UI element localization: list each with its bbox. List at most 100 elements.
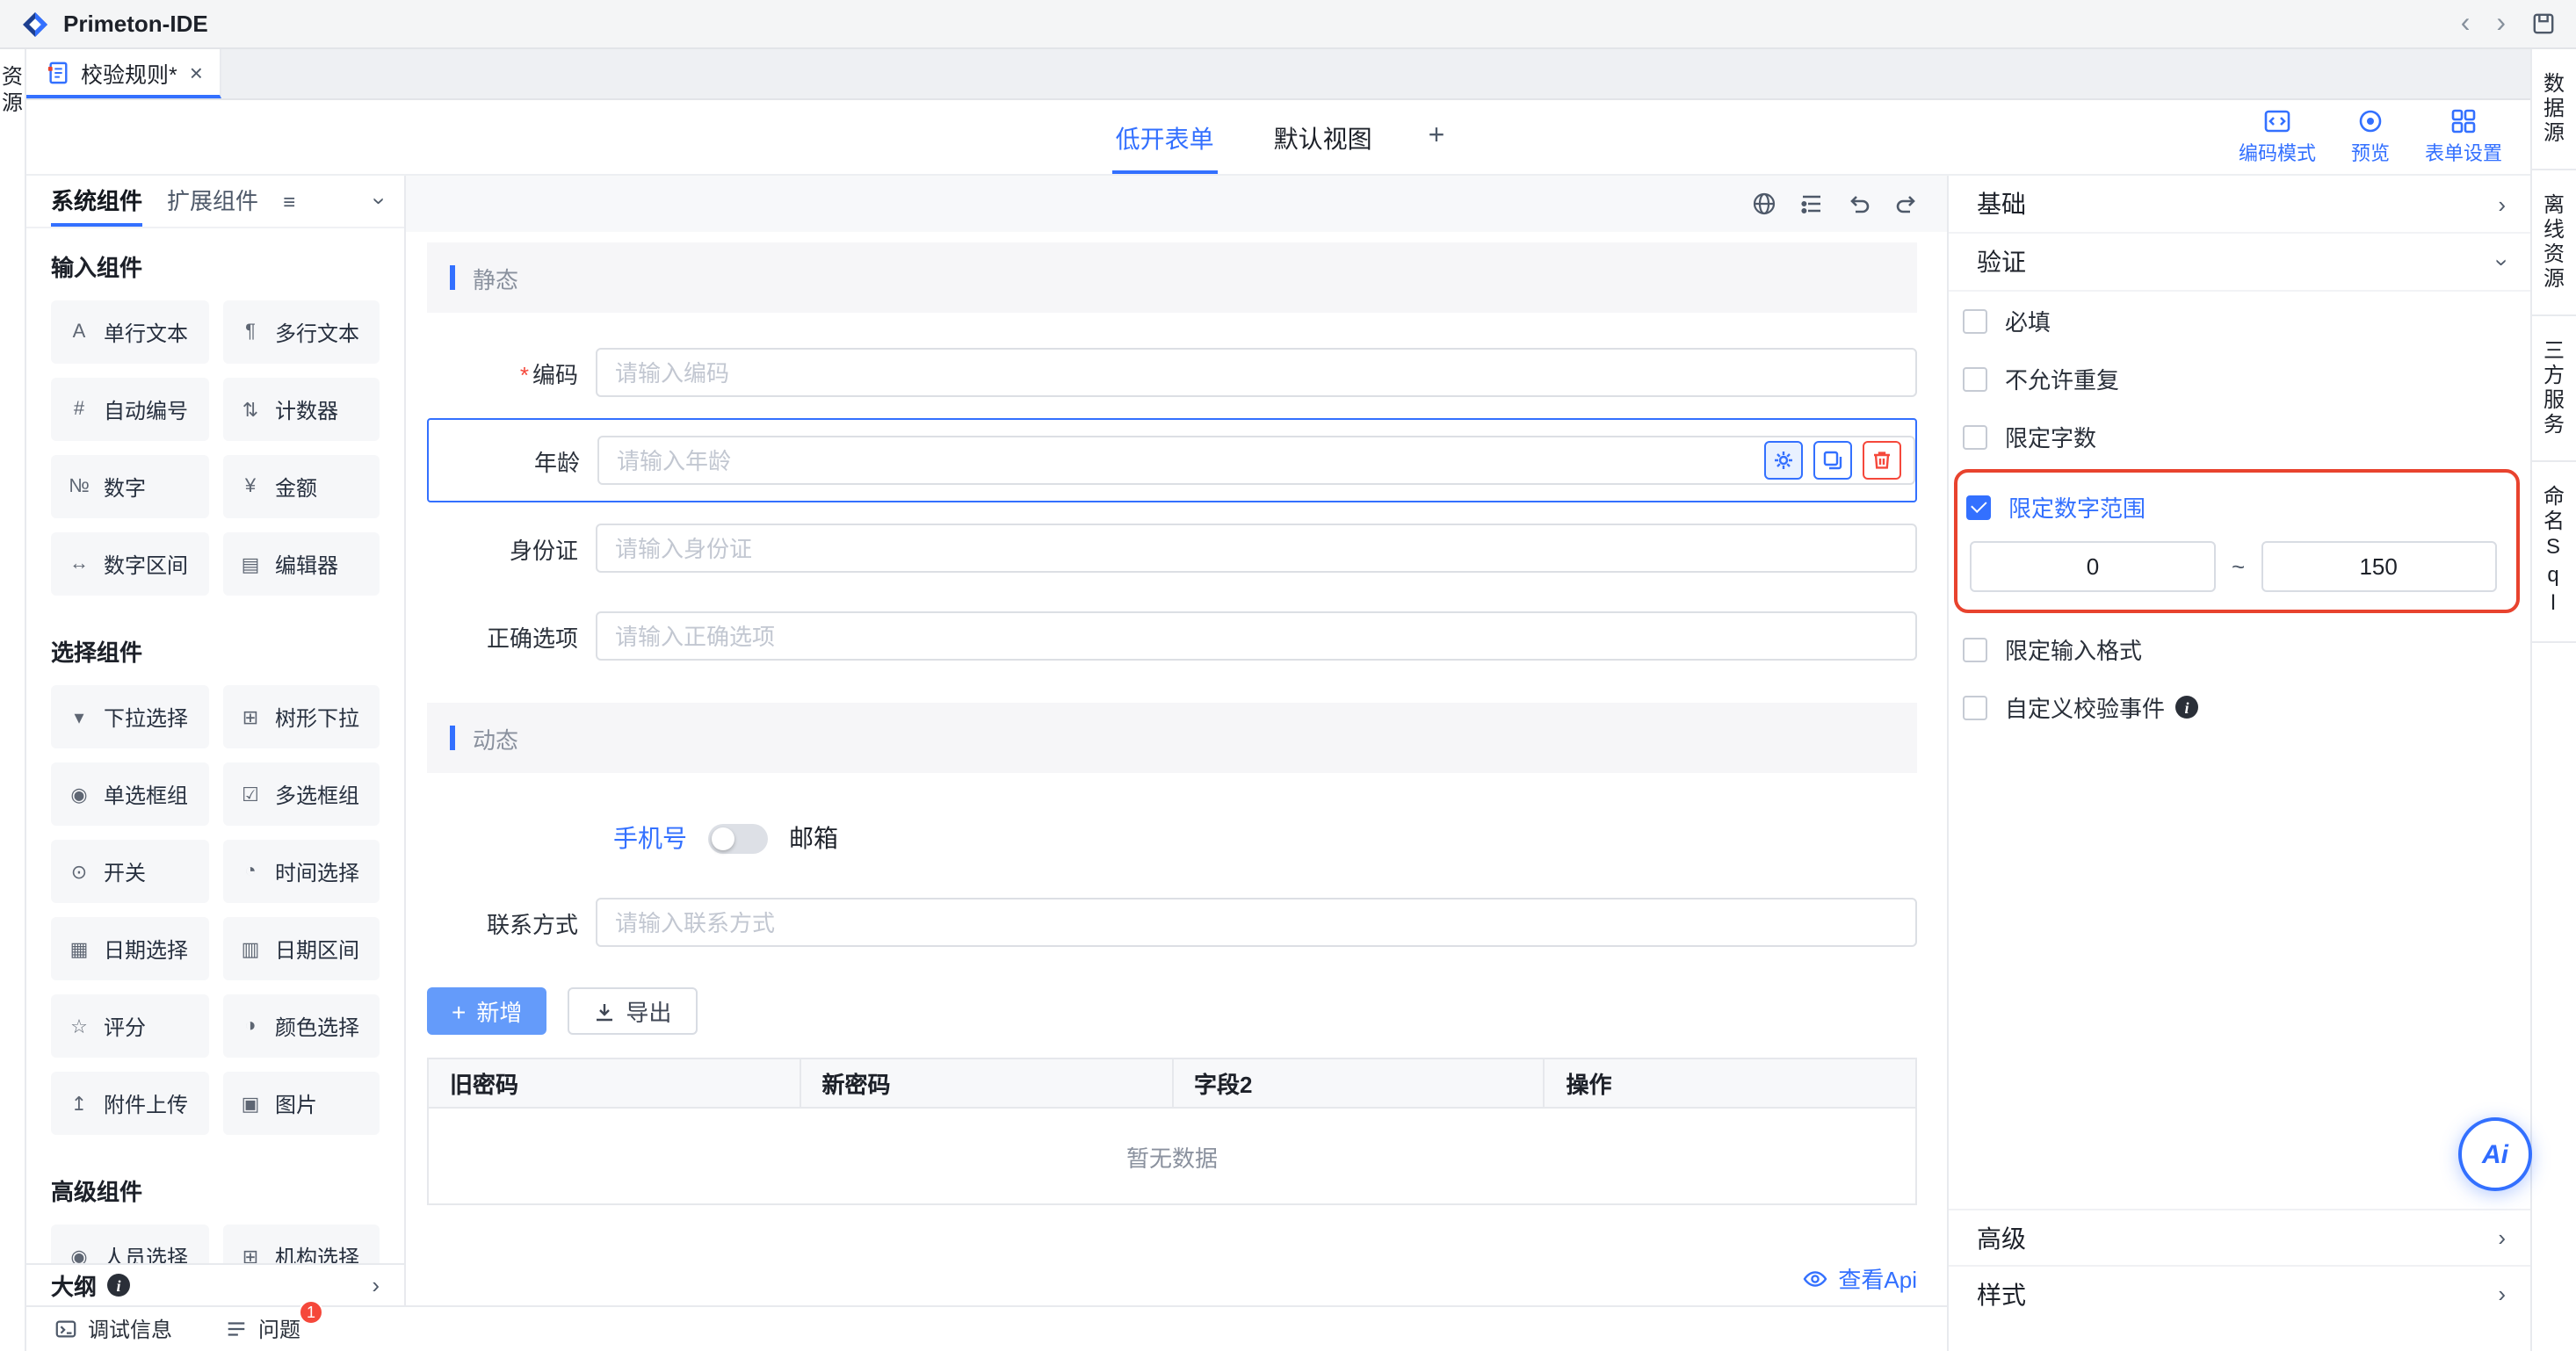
resources-collapsed-panel[interactable]: 资源 [0, 49, 26, 1351]
ai-assistant-button[interactable]: Ai [2458, 1117, 2532, 1191]
form-body: 静态 *编码 年龄 身份证 正确选项 [427, 242, 1917, 1295]
palette-item-number[interactable]: №数字 [51, 455, 208, 518]
id-card-input[interactable] [596, 524, 1917, 573]
redo-icon[interactable] [1894, 191, 1919, 216]
panel-datasource[interactable]: 数据源 [2532, 49, 2576, 170]
code-mode-icon [2263, 107, 2291, 135]
custom-validation-checkbox[interactable] [1963, 695, 1987, 719]
contact-type-toggle[interactable] [708, 823, 768, 853]
chevron-right-icon[interactable]: › [372, 1274, 380, 1297]
number-range-checkbox[interactable] [1966, 495, 1991, 519]
palette-item-person-picker[interactable]: ◉人员选择 [51, 1225, 208, 1263]
tab-system-components[interactable]: 系统组件 [51, 176, 142, 227]
palette-item-date-picker[interactable]: ▦日期选择 [51, 917, 208, 980]
add-row-button[interactable]: +新增 [427, 987, 546, 1035]
input-format-checkbox[interactable] [1963, 637, 1987, 661]
email-option-label[interactable]: 邮箱 [789, 820, 838, 856]
collapse-palette-icon[interactable]: › [368, 198, 391, 206]
i18n-globe-icon[interactable] [1752, 191, 1776, 216]
option-number-range[interactable]: 限定数字范围 [1957, 478, 2516, 536]
palette-header: 系统组件 扩展组件 ≡ › [26, 176, 404, 228]
tab-lowcode-form[interactable]: 低开表单 [1112, 100, 1218, 174]
palette-item-single-line-text[interactable]: A单行文本 [51, 300, 208, 364]
group-style[interactable]: 样式 › [1949, 1265, 2530, 1321]
palette-item-tree-dropdown[interactable]: ⊞树形下拉 [222, 685, 380, 748]
add-view-button[interactable]: + [1429, 121, 1445, 153]
required-checkbox[interactable] [1963, 308, 1987, 333]
palette-item-radio-group[interactable]: ◉单选框组 [51, 762, 208, 826]
form-settings-button[interactable]: 表单设置 [2425, 107, 2502, 167]
nav-back-icon[interactable]: ‹ [2461, 10, 2471, 38]
panel-third-party-services[interactable]: 三方服务 [2532, 316, 2576, 462]
menu-icon[interactable]: ≡ [283, 189, 295, 213]
palette-item-checkbox-group[interactable]: ☑多选框组 [222, 762, 380, 826]
palette-item-switch[interactable]: ⊙开关 [51, 840, 208, 903]
palette-item-currency[interactable]: ¥金额 [222, 455, 380, 518]
tab-extension-components[interactable]: 扩展组件 [167, 176, 258, 227]
outline-bar[interactable]: 大纲 › [26, 1263, 404, 1305]
palette-item-color-picker[interactable]: ◑颜色选择 [222, 994, 380, 1058]
palette-item-image[interactable]: ▣图片 [222, 1072, 380, 1135]
palette-item-time-picker[interactable]: ◔时间选择 [222, 840, 380, 903]
palette-item-attachment-upload[interactable]: ↥附件上传 [51, 1072, 208, 1135]
group-validation[interactable]: 验证 › [1949, 234, 2530, 292]
field-row-age-selected[interactable]: 年龄 [427, 418, 1917, 502]
info-icon[interactable] [2175, 696, 2198, 719]
field-row-id-card[interactable]: 身份证 [427, 504, 1917, 592]
palette-item-org-picker[interactable]: ⊞机构选择 [222, 1225, 380, 1263]
option-custom-validation[interactable]: 自定义校验事件 [1949, 678, 2530, 736]
item-label: 单选框组 [104, 779, 188, 809]
group-basic[interactable]: 基础 › [1949, 176, 2530, 234]
field-row-correct-option[interactable]: 正确选项 [427, 592, 1917, 680]
palette-item-date-range[interactable]: ▥日期区间 [222, 917, 380, 980]
field-row-code[interactable]: *编码 [427, 329, 1917, 416]
section-accent-bar [450, 726, 455, 750]
save-icon[interactable] [2532, 12, 2555, 35]
undo-icon[interactable] [1847, 191, 1871, 216]
field-row-contact[interactable]: 联系方式 [427, 878, 1917, 966]
item-label: 自动编号 [104, 394, 188, 424]
palette-item-rating[interactable]: ☆评分 [51, 994, 208, 1058]
field-settings-button[interactable] [1764, 441, 1803, 480]
rich-editor-icon: ▤ [236, 553, 264, 575]
chevron-right-icon: › [2498, 192, 2506, 215]
field-delete-button[interactable] [1863, 441, 1901, 480]
nav-forward-icon[interactable]: › [2496, 10, 2506, 38]
item-label: 计数器 [275, 394, 338, 424]
palette-item-number-range[interactable]: ↔数字区间 [51, 532, 208, 596]
range-max-input[interactable] [2261, 541, 2496, 592]
palette-item-rich-editor[interactable]: ▤编辑器 [222, 532, 380, 596]
no-duplicates-checkbox[interactable] [1963, 366, 1987, 391]
preview-button[interactable]: 预览 [2351, 107, 2390, 167]
outline-tree-icon[interactable] [1799, 191, 1824, 216]
export-button[interactable]: 导出 [568, 987, 698, 1035]
mobile-option-label[interactable]: 手机号 [613, 820, 687, 856]
option-no-duplicates[interactable]: 不允许重复 [1949, 350, 2530, 408]
correct-option-input[interactable] [596, 611, 1917, 661]
char-limit-checkbox[interactable] [1963, 424, 1987, 449]
problems-button[interactable]: 问题 1 [225, 1314, 300, 1344]
close-icon[interactable]: × [190, 61, 203, 83]
option-char-limit[interactable]: 限定字数 [1949, 408, 2530, 466]
age-input[interactable] [597, 436, 1915, 485]
panel-datasource-label: 数据源 [2539, 72, 2569, 146]
debug-info-button[interactable]: 调试信息 [54, 1314, 172, 1344]
code-input[interactable] [596, 348, 1917, 397]
code-mode-button[interactable]: 编码模式 [2239, 107, 2316, 167]
range-min-input[interactable] [1970, 541, 2216, 592]
contact-input[interactable] [596, 898, 1917, 947]
palette-item-multi-line-text[interactable]: ¶多行文本 [222, 300, 380, 364]
tab-validation-rules[interactable]: 校验规则* × [26, 49, 222, 98]
option-input-format[interactable]: 限定输入格式 [1949, 620, 2530, 678]
view-api-link[interactable]: 查看Api [1838, 1261, 1917, 1295]
panel-offline-resources[interactable]: 离线资源 [2532, 170, 2576, 316]
group-advanced[interactable]: 高级 › [1949, 1209, 2530, 1265]
field-copy-button[interactable] [1813, 441, 1852, 480]
panel-named-sql[interactable]: 命名Sql [2532, 462, 2576, 643]
password-table: 旧密码 新密码 字段2 操作 暂无数据 [427, 1058, 1917, 1205]
palette-item-counter[interactable]: ⇅计数器 [222, 378, 380, 441]
option-required[interactable]: 必填 [1949, 292, 2530, 350]
palette-item-dropdown[interactable]: ▾下拉选择 [51, 685, 208, 748]
palette-item-auto-number[interactable]: #自动编号 [51, 378, 208, 441]
tab-default-view[interactable]: 默认视图 [1270, 100, 1376, 174]
